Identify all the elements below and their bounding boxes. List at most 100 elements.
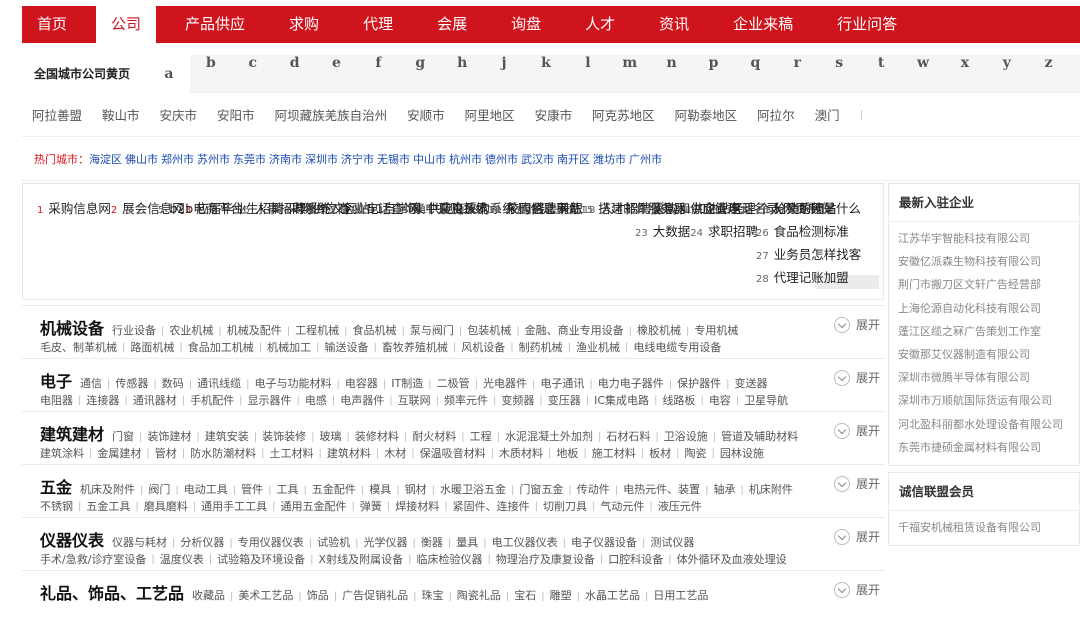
subcategory-link[interactable]: 门窗五金: [519, 481, 563, 495]
subcategory-link[interactable]: 临床检验仪器: [416, 551, 482, 567]
expand-button[interactable]: 展开: [829, 316, 880, 333]
subcategory-link[interactable]: 农业机械: [169, 322, 213, 336]
hot-city-link[interactable]: 东莞市: [233, 151, 266, 167]
subcategory-link[interactable]: 宝石: [514, 587, 536, 601]
subcategory-link[interactable]: 木材: [384, 445, 406, 461]
hot-city-link[interactable]: 海淀区: [89, 151, 122, 167]
nav-item[interactable]: 代理: [348, 6, 408, 43]
subcategory-link[interactable]: 管材: [155, 445, 177, 461]
hot-city-link[interactable]: 佛山市: [125, 151, 158, 167]
subcategory-link[interactable]: 泵与阀门: [410, 322, 454, 336]
subcategory-link[interactable]: 轴承: [714, 481, 736, 495]
category-title[interactable]: 机械设备: [40, 315, 104, 336]
subcategory-link[interactable]: 二极管: [437, 375, 470, 389]
subcategory-link[interactable]: 光学仪器: [364, 534, 408, 548]
subcategory-link[interactable]: 风机设备: [461, 339, 505, 355]
company-link[interactable]: 深圳市微腾半导体有限公司: [898, 366, 1079, 389]
subcategory-link[interactable]: 水泥混凝土外加剂: [505, 428, 593, 442]
keyword-link[interactable]: 28 代理记账加盟: [756, 270, 849, 285]
subcategory-link[interactable]: 建筑安装: [205, 428, 249, 442]
hot-city-link[interactable]: 杭州市: [449, 151, 482, 167]
subcategory-link[interactable]: 显示器件: [248, 392, 292, 408]
subcategory-link[interactable]: 磨具磨料: [144, 498, 188, 514]
letter-link[interactable]: r: [776, 55, 818, 93]
hot-city-link[interactable]: 济南市: [269, 151, 302, 167]
subcategory-link[interactable]: 耐火材料: [412, 428, 456, 442]
expand-button[interactable]: 展开: [829, 475, 880, 492]
letter-link[interactable]: t: [860, 55, 902, 93]
hot-city-link[interactable]: 郑州市: [161, 151, 194, 167]
category-title[interactable]: 电子: [40, 368, 72, 389]
subcategory-link[interactable]: 线路板: [662, 392, 695, 408]
subcategory-link[interactable]: 数码: [162, 375, 184, 389]
nav-item[interactable]: 行业问答: [822, 6, 912, 43]
subcategory-link[interactable]: 包装机械: [467, 322, 511, 336]
letter-link[interactable]: e: [316, 55, 358, 93]
subcategory-link[interactable]: 施工材料: [592, 445, 636, 461]
subcategory-link[interactable]: 土工材料: [270, 445, 314, 461]
subcategory-link[interactable]: 液压元件: [658, 498, 702, 514]
hot-city-link[interactable]: 武汉市: [521, 151, 554, 167]
hot-city-link[interactable]: 无锡市: [377, 151, 410, 167]
subcategory-link[interactable]: 电阻器: [40, 392, 73, 408]
hot-city-link[interactable]: 潍坊市: [593, 151, 626, 167]
subcategory-link[interactable]: 电线电缆专用设备: [633, 339, 721, 355]
subcategory-link[interactable]: 输送设备: [325, 339, 369, 355]
keyword-link[interactable]: 21 采购和供应管理: [635, 201, 740, 216]
company-link[interactable]: 荆门市搬刀区文轩广告经营部: [898, 273, 1079, 296]
subcategory-link[interactable]: 变压器: [548, 392, 581, 408]
nav-item[interactable]: 资讯: [644, 6, 704, 43]
city-link[interactable]: 阿里地区: [465, 105, 515, 124]
hot-city-link[interactable]: 深圳市: [305, 151, 338, 167]
subcategory-link[interactable]: 工程机械: [295, 322, 339, 336]
nav-item[interactable]: 询盘: [496, 6, 556, 43]
subcategory-link[interactable]: 毛皮、制革机械: [40, 339, 117, 355]
subcategory-link[interactable]: 气动元件: [600, 498, 644, 514]
subcategory-link[interactable]: 电子与功能材料: [255, 375, 332, 389]
subcategory-link[interactable]: 通讯器材: [133, 392, 177, 408]
hot-city-link[interactable]: 德州市: [485, 151, 518, 167]
letter-link[interactable]: z: [1028, 55, 1070, 93]
subcategory-link[interactable]: 水晶工艺品: [585, 587, 640, 601]
subcategory-link[interactable]: 木质材料: [499, 445, 543, 461]
subcategory-link[interactable]: 电力电子器件: [598, 375, 664, 389]
subcategory-link[interactable]: 光电器件: [483, 375, 527, 389]
subcategory-link[interactable]: 制药机械: [519, 339, 563, 355]
subcategory-link[interactable]: 温度仪表: [160, 551, 204, 567]
subcategory-link[interactable]: 路面机械: [130, 339, 174, 355]
subcategory-link[interactable]: 美术工艺品: [238, 587, 293, 601]
subcategory-link[interactable]: 卫浴设施: [664, 428, 708, 442]
subcategory-link[interactable]: 专用仪器仪表: [238, 534, 304, 548]
subcategory-link[interactable]: 渔业机械: [576, 339, 620, 355]
keyword-link[interactable]: 24 求职招聘: [690, 224, 758, 239]
city-link[interactable]: 安庆市: [160, 105, 198, 124]
city-link[interactable]: 澳门: [815, 105, 840, 124]
company-link[interactable]: 江苏华宇智能科技有限公司: [898, 227, 1079, 250]
keyword-link[interactable]: 1 采购信息网: [37, 201, 111, 216]
letter-link[interactable]: j: [483, 55, 525, 93]
expand-button[interactable]: 展开: [829, 581, 880, 598]
keyword-link[interactable]: 9 采购供应商: [276, 201, 350, 216]
subcategory-link[interactable]: 门窗: [112, 428, 134, 442]
subcategory-link[interactable]: 焊接材料: [395, 498, 439, 514]
subcategory-link[interactable]: 试验箱及环境设备: [217, 551, 305, 567]
subcategory-link[interactable]: 口腔科设备: [608, 551, 663, 567]
letter-link[interactable]: y: [986, 55, 1028, 93]
subcategory-link[interactable]: 防水防潮材料: [190, 445, 256, 461]
city-link[interactable]: 阿坝藏族羌族自治州: [275, 105, 388, 124]
letter-link[interactable]: l: [567, 55, 609, 93]
letter-link[interactable]: f: [357, 55, 399, 93]
company-link[interactable]: 东莞市捷硕金属材料有限公司: [898, 436, 1079, 459]
subcategory-link[interactable]: 板材: [649, 445, 671, 461]
subcategory-link[interactable]: 连接器: [86, 392, 119, 408]
subcategory-link[interactable]: 传动件: [577, 481, 610, 495]
subcategory-link[interactable]: 通信: [80, 375, 102, 389]
subcategory-link[interactable]: 通讯线缆: [197, 375, 241, 389]
subcategory-link[interactable]: 模具: [369, 481, 391, 495]
subcategory-link[interactable]: 水暖卫浴五金: [440, 481, 506, 495]
company-link[interactable]: 安徽那艾仪器制造有限公司: [898, 343, 1079, 366]
subcategory-link[interactable]: 测试仪器: [650, 534, 694, 548]
subcategory-link[interactable]: 物理治疗及康复设备: [496, 551, 595, 567]
letter-link[interactable]: q: [734, 55, 776, 93]
subcategory-link[interactable]: 通用手工工具: [201, 498, 267, 514]
